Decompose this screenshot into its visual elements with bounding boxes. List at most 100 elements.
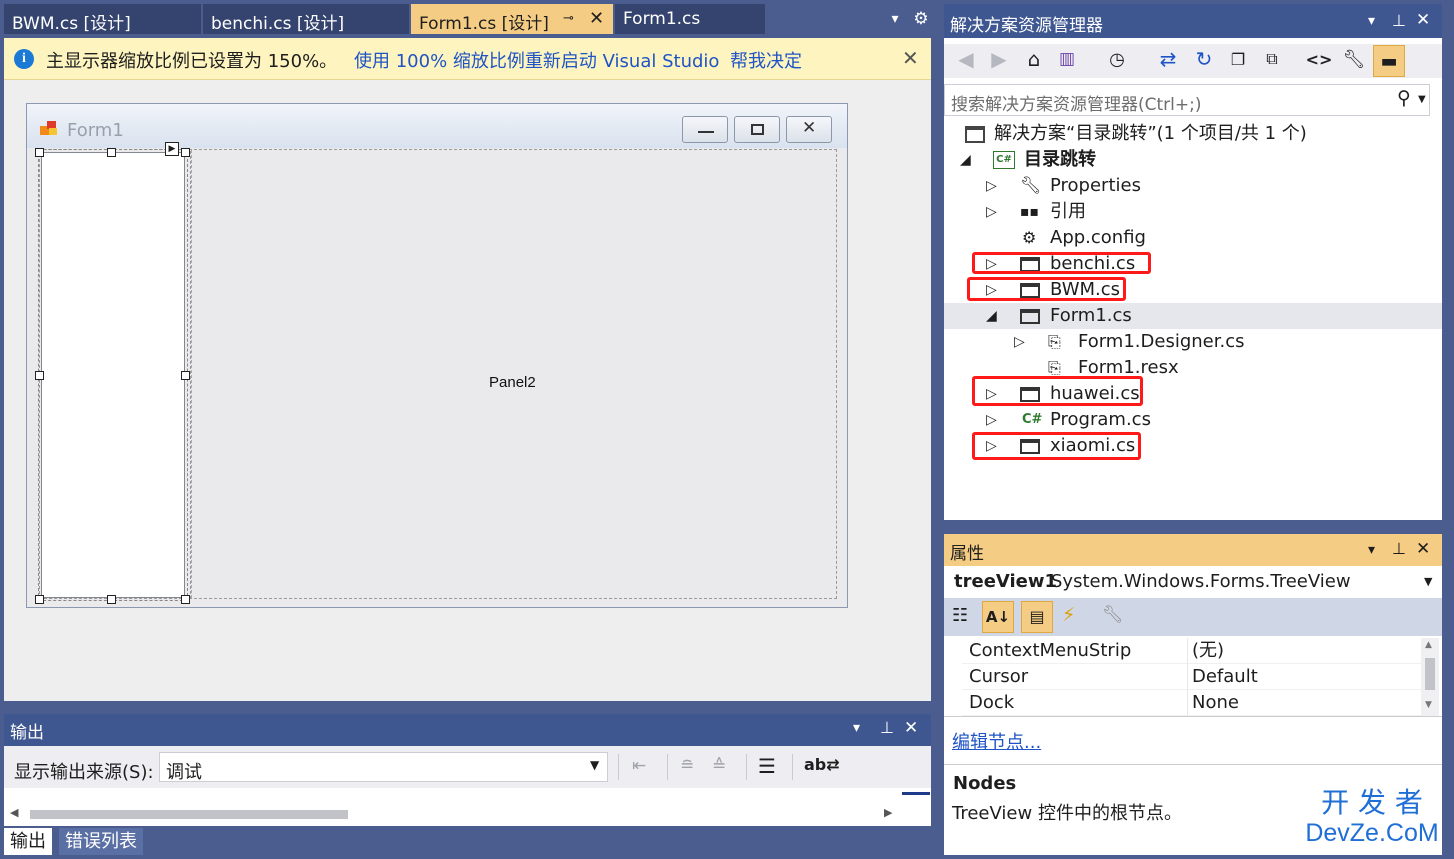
- panel2-label: Panel2: [489, 374, 536, 391]
- pane-menu-icon[interactable]: ▾: [853, 720, 860, 736]
- resize-handle[interactable]: [35, 148, 44, 157]
- tree-node-references[interactable]: ▷ ▪▪ 引用: [944, 199, 1442, 225]
- tree-node-form1-designer[interactable]: ▷ ⎘ Form1.Designer.cs: [944, 329, 1442, 355]
- expand-triangle-icon[interactable]: ▷: [986, 199, 997, 225]
- bottom-tab-output[interactable]: 输出: [4, 828, 52, 855]
- output-source-select[interactable]: 调试 ▼: [159, 752, 608, 783]
- close-form-button[interactable]: ✕: [786, 116, 832, 143]
- tree-node-project[interactable]: ◢ C# 目录跳转: [944, 147, 1442, 173]
- close-infobar-icon[interactable]: ✕: [902, 46, 919, 70]
- sync-icon[interactable]: ⇄: [1155, 44, 1181, 74]
- tab-form1-design[interactable]: Form1.cs [设计]: [411, 4, 613, 34]
- property-row[interactable]: ContextMenuStrip (无): [962, 638, 1430, 664]
- pending-changes-icon[interactable]: ◷: [1104, 44, 1130, 74]
- form-window[interactable]: Form1 ✕ Panel2: [26, 103, 848, 608]
- scroll-down-icon[interactable]: ▼: [1425, 700, 1432, 710]
- solution-search-box[interactable]: 搜索解决方案资源管理器(Ctrl+;) ⚲ ▼: [944, 84, 1430, 116]
- tab-bwm-design[interactable]: BWM.cs [设计]: [4, 4, 201, 34]
- close-icon[interactable]: ✕: [1416, 539, 1430, 559]
- categorized-icon[interactable]: ☷: [952, 605, 968, 626]
- tree-view[interactable]: [38, 149, 188, 601]
- resize-handle[interactable]: [107, 595, 116, 604]
- maximize-button[interactable]: [734, 116, 780, 143]
- expand-triangle-icon[interactable]: ▷: [1014, 329, 1025, 355]
- horizontal-scrollbar[interactable]: [30, 810, 348, 819]
- restart-link[interactable]: 使用 100% 缩放比例重新启动 Visual Studio: [354, 47, 719, 73]
- solution-explorer-toolbar: ◀ ▶ ⌂ ▥ ◷ ⇄ ↻ ❐ ⧉ <> 🔧︎ ▬: [944, 44, 1442, 78]
- property-pages-icon[interactable]: 🔧︎: [1102, 605, 1124, 625]
- collapse-all-icon[interactable]: ❐: [1225, 44, 1251, 74]
- find-in-output-icon[interactable]: ⇤: [632, 756, 646, 776]
- clear-all-icon[interactable]: ☰: [758, 754, 776, 778]
- object-selector[interactable]: treeView1 System.Windows.Forms.TreeView …: [944, 566, 1442, 598]
- minimize-button[interactable]: [682, 116, 728, 143]
- designer-file-icon: ⎘: [1048, 332, 1061, 351]
- tab-list-dropdown-icon[interactable]: ▾: [886, 10, 904, 28]
- prev-message-icon[interactable]: ≘: [680, 756, 694, 776]
- pane-menu-icon[interactable]: ▾: [1368, 542, 1375, 558]
- properties-icon[interactable]: ▤: [1021, 601, 1053, 633]
- tab-form1-code[interactable]: Form1.cs: [615, 4, 765, 34]
- alphabetical-icon[interactable]: A↓: [982, 601, 1014, 633]
- scroll-right-icon[interactable]: ▶: [884, 806, 892, 819]
- scrollbar-thumb[interactable]: [1425, 658, 1435, 690]
- expand-triangle-icon[interactable]: ▷: [986, 407, 997, 433]
- word-wrap-icon[interactable]: ab⇄: [804, 755, 840, 774]
- scroll-left-icon[interactable]: ◀: [10, 806, 18, 819]
- resize-handle[interactable]: [181, 148, 190, 157]
- show-all-files-icon[interactable]: ⧉: [1259, 44, 1285, 74]
- edit-nodes-link[interactable]: 编辑节点...: [952, 728, 1041, 754]
- pin-icon[interactable]: ⊥: [1392, 539, 1406, 558]
- property-row[interactable]: Cursor Default: [962, 664, 1430, 690]
- home-icon[interactable]: ⌂: [1021, 44, 1047, 74]
- wrench-icon[interactable]: 🔧︎: [1341, 44, 1367, 74]
- property-scrollbar[interactable]: ▲ ▼: [1421, 638, 1439, 716]
- watermark-line1: 开 发 者: [1321, 786, 1423, 819]
- smart-tag-icon[interactable]: ▶: [165, 142, 179, 156]
- next-message-icon[interactable]: ≙: [712, 756, 726, 776]
- pin-icon[interactable]: ⊸: [563, 11, 574, 26]
- tree-node-solution[interactable]: 解决方案“目录跳转”(1 个项目/共 1 个): [944, 121, 1442, 147]
- tree-node-appconfig[interactable]: ⚙ App.config: [944, 225, 1442, 251]
- switch-views-icon[interactable]: ▥: [1054, 44, 1080, 74]
- info-message: 主显示器缩放比例已设置为 150%。: [46, 51, 338, 72]
- back-icon[interactable]: ◀: [953, 44, 979, 74]
- property-value: Default: [1187, 664, 1258, 690]
- tree-node-program[interactable]: ▷ C# Program.cs: [944, 407, 1442, 433]
- property-row[interactable]: Dock None: [962, 690, 1430, 716]
- pin-icon[interactable]: ⊥: [880, 718, 894, 737]
- resize-handle[interactable]: [181, 371, 190, 380]
- resize-handle[interactable]: [107, 148, 116, 157]
- output-title: 输出: [10, 723, 44, 743]
- chevron-down-icon[interactable]: ▼: [1418, 94, 1426, 105]
- tree-node-properties[interactable]: ▷ 🔧︎ Properties: [944, 173, 1442, 199]
- events-icon[interactable]: ⚡: [1062, 604, 1075, 626]
- refresh-icon[interactable]: ↻: [1191, 44, 1217, 74]
- output-pane-header: 输出 ▾ ⊥ ✕: [4, 714, 931, 746]
- close-icon[interactable]: ✕: [904, 718, 918, 738]
- gear-icon[interactable]: ⚙: [912, 10, 930, 28]
- output-text-area[interactable]: ◀ ▶: [4, 788, 931, 826]
- tab-benchi-design[interactable]: benchi.cs [设计]: [203, 4, 409, 34]
- expand-triangle-icon[interactable]: ▷: [986, 173, 997, 199]
- properties-title: 属性: [950, 544, 984, 564]
- pane-menu-icon[interactable]: ▾: [1368, 13, 1375, 29]
- scroll-up-icon[interactable]: ▲: [1425, 640, 1432, 650]
- tree-node-form1[interactable]: ◢ Form1.cs: [944, 303, 1442, 329]
- close-tab-icon[interactable]: ✕: [589, 8, 604, 29]
- resize-handle[interactable]: [181, 595, 190, 604]
- expand-triangle-icon[interactable]: ◢: [986, 303, 997, 329]
- view-code-icon[interactable]: <>: [1306, 44, 1333, 74]
- resize-handle[interactable]: [35, 371, 44, 380]
- pin-icon[interactable]: ⊥: [1392, 11, 1406, 30]
- forward-icon[interactable]: ▶: [986, 44, 1012, 74]
- search-icon[interactable]: ⚲: [1397, 87, 1411, 109]
- resize-handle[interactable]: [35, 595, 44, 604]
- solution-explorer-header: 解决方案资源管理器 ▾ ⊥ ✕: [944, 4, 1442, 38]
- bottom-tab-error-list[interactable]: 错误列表: [59, 828, 143, 855]
- references-icon: ▪▪: [1020, 204, 1039, 220]
- close-icon[interactable]: ✕: [1416, 10, 1430, 30]
- expand-triangle-icon[interactable]: ◢: [960, 147, 971, 173]
- preview-toggle-icon[interactable]: ▬: [1373, 45, 1405, 77]
- decide-link[interactable]: 帮我决定: [730, 47, 802, 73]
